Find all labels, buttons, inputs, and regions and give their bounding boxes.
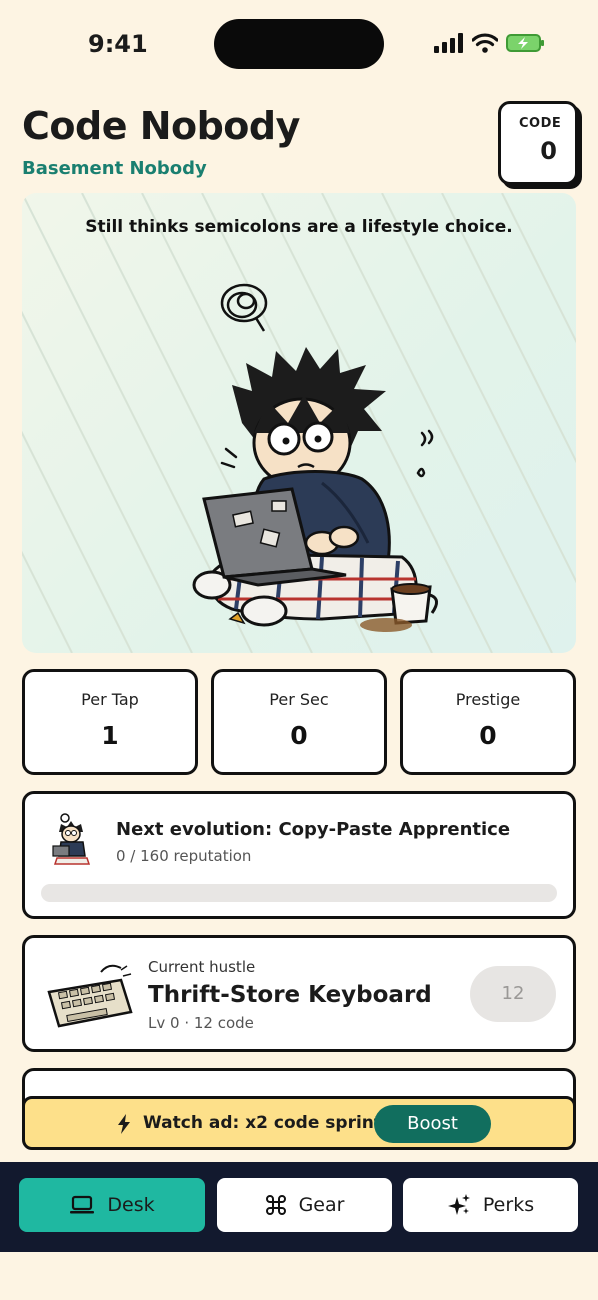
stats-row: Per Tap 1 Per Sec 0 Prestige 0 (22, 669, 576, 775)
status-bar: 9:41 (0, 0, 598, 90)
ad-banner: Watch ad: x2 code sprint Boost (22, 1096, 576, 1150)
status-icons (434, 33, 546, 53)
hero-quote: Still thinks semicolons are a lifestyle … (85, 217, 513, 237)
laptop-icon (70, 1195, 95, 1214)
code-counter-value: 0 (540, 137, 557, 165)
command-icon (265, 1195, 286, 1215)
tab-gear[interactable]: Gear (217, 1178, 392, 1232)
stat-label: Per Sec (269, 690, 329, 709)
evolution-title: Next evolution: Copy-Paste Apprentice (116, 819, 511, 840)
page-title: Code Nobody (22, 104, 300, 148)
tab-label: Gear (298, 1194, 345, 1216)
evolution-progress-text: 0 / 160 reputation (116, 847, 252, 865)
next-evolution-card: Next evolution: Copy-Paste Apprentice 0 … (22, 791, 576, 919)
sparkles-icon (447, 1194, 470, 1215)
stat-value: 1 (101, 721, 119, 750)
stat-prestige: Prestige 0 (400, 669, 576, 775)
lightning-icon (118, 1114, 130, 1134)
coder-character-illustration (192, 283, 438, 632)
stat-label: Prestige (455, 690, 521, 709)
current-hustle-card: Current hustle Thrift-Store Keyboard Lv … (22, 935, 576, 1052)
tab-desk[interactable]: Desk (19, 1178, 205, 1232)
stat-label: Per Tap (81, 690, 139, 709)
tap-area[interactable]: Still thinks semicolons are a lifestyle … (22, 193, 576, 653)
header: Code Nobody Basement Nobody (22, 104, 300, 179)
ad-text: Watch ad: x2 code sprint (143, 1113, 383, 1133)
dynamic-island (214, 19, 384, 69)
stat-per-sec: Per Sec 0 (211, 669, 387, 775)
stat-value: 0 (479, 721, 497, 750)
keyboard-icon (47, 964, 133, 1028)
hustle-name: Thrift-Store Keyboard (148, 982, 432, 1008)
stat-value: 0 (290, 721, 308, 750)
evolution-progress-bar (41, 884, 557, 902)
stat-per-tap: Per Tap 1 (22, 669, 198, 775)
evolution-avatar-icon (52, 813, 91, 865)
hustle-label: Current hustle (148, 958, 256, 976)
hustle-level: Lv 0 · 12 code (148, 1014, 254, 1032)
status-time: 9:41 (88, 30, 148, 58)
tab-label: Desk (107, 1194, 155, 1216)
boost-button[interactable]: Boost (374, 1105, 491, 1143)
wifi-icon (472, 33, 498, 53)
stress-scribble-icon (220, 283, 268, 332)
hustle-buy-button[interactable]: 12 (470, 966, 556, 1022)
rank-subtitle: Basement Nobody (22, 158, 207, 179)
code-counter: CODE 0 (498, 101, 578, 185)
battery-icon (506, 34, 544, 52)
tab-perks[interactable]: Perks (403, 1178, 578, 1232)
tab-bar: Desk Gear Perks (0, 1162, 598, 1252)
signal-icon (434, 33, 463, 53)
code-counter-label: CODE (519, 116, 562, 131)
tab-label: Perks (482, 1194, 535, 1216)
